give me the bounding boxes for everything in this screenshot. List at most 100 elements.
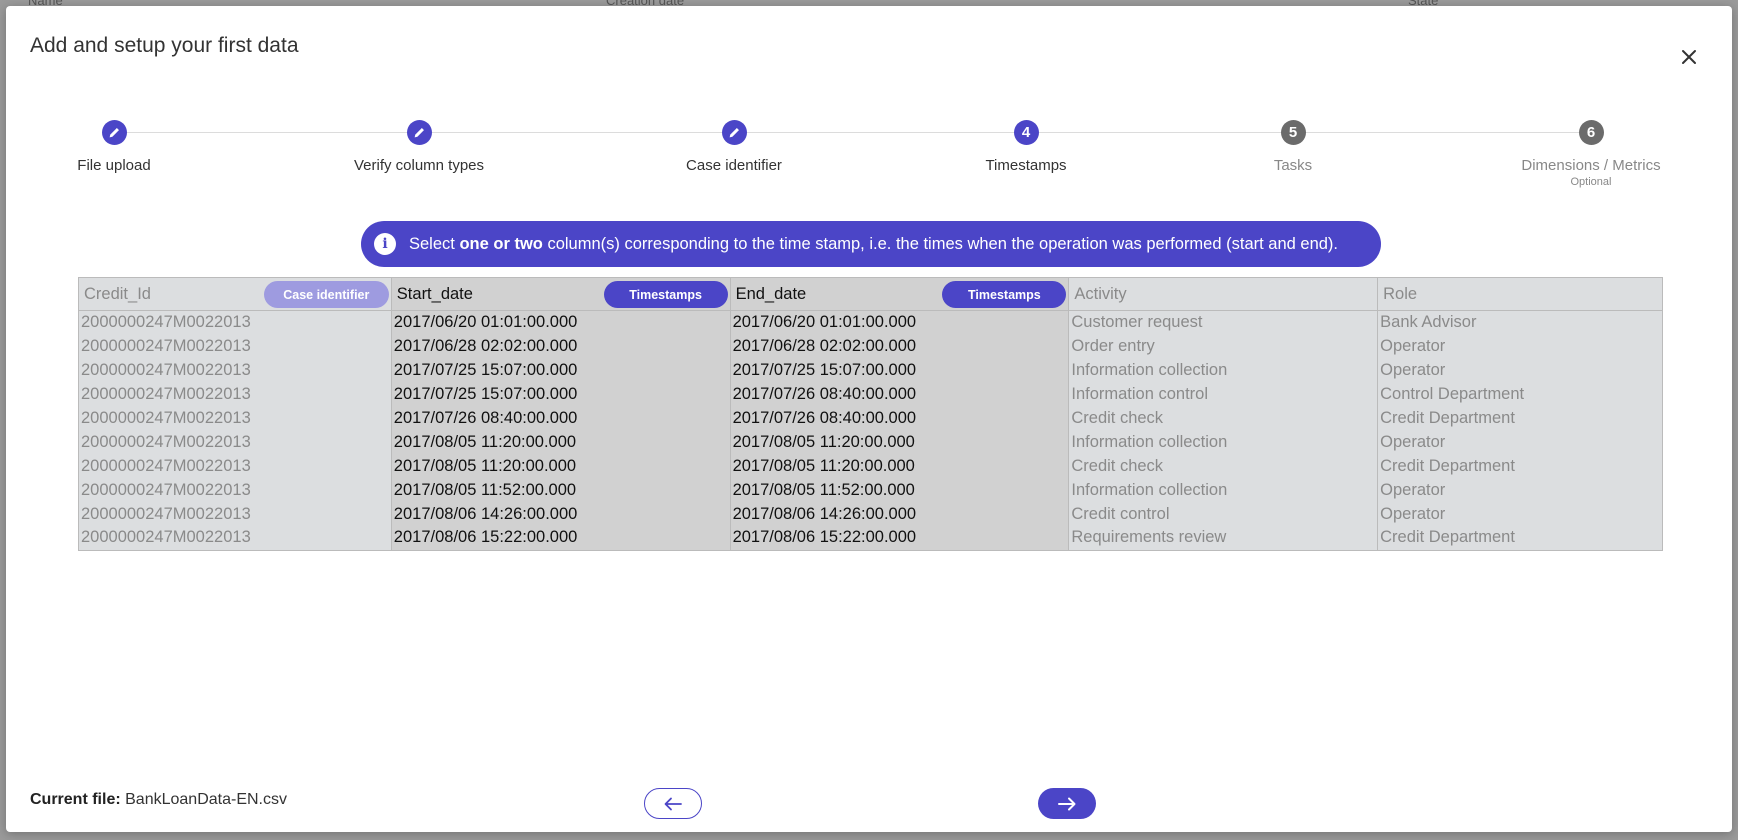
- cell-start-date: 2017/08/05 11:20:00.000: [390, 454, 731, 479]
- step-label: Case identifier: [686, 157, 782, 174]
- cell-start-date: 2017/06/20 01:01:00.000: [390, 310, 731, 335]
- column-header-label: Credit_Id: [84, 284, 151, 303]
- current-file-name: BankLoanData-EN.csv: [125, 791, 287, 808]
- cell-role: Operator: [1377, 334, 1663, 359]
- cell-credit-id: 2000000247M0022013: [81, 481, 251, 499]
- cell-end-date: 2017/07/26 08:40:00.000: [729, 406, 1069, 431]
- cell-end-date: 2017/07/25 15:07:00.000: [729, 358, 1069, 383]
- cell-credit-id: 2000000247M0022013: [81, 433, 251, 451]
- column-header-start-date[interactable]: Start_date Timestamps: [390, 277, 731, 311]
- next-step-button[interactable]: [1038, 788, 1096, 819]
- info-icon: i: [374, 233, 396, 255]
- cell-role: Operator: [1377, 478, 1663, 503]
- table-row: 2000000247M0022013 2017/07/25 15:07:00.00…: [79, 382, 1663, 407]
- step-dimensions-metrics[interactable]: 6 Dimensions / Metrics Optional: [1491, 120, 1691, 188]
- table-row: 2000000247M0022013 2017/08/06 14:26:00.00…: [79, 502, 1663, 527]
- cell-role: Operator: [1377, 430, 1663, 455]
- cell-start-date: 2017/07/25 15:07:00.000: [390, 382, 731, 407]
- cell-end-date: 2017/06/20 01:01:00.000: [729, 310, 1069, 335]
- case-identifier-tag[interactable]: Case identifier: [263, 281, 389, 308]
- timestamps-tag[interactable]: Timestamps: [942, 281, 1067, 308]
- column-header-credit-id[interactable]: Credit_Id Case identifier: [78, 277, 392, 311]
- cell-end-date: 2017/08/05 11:20:00.000: [729, 430, 1069, 455]
- cell-role: Operator: [1377, 502, 1663, 527]
- cell-start-date: 2017/07/26 08:40:00.000: [390, 406, 731, 431]
- cell-activity: Order entry: [1068, 334, 1378, 359]
- step-circle: [721, 120, 747, 145]
- cell-end-date: 2017/06/28 02:02:00.000: [729, 334, 1069, 359]
- banner-text-before: Select: [409, 234, 460, 253]
- step-label: Verify column types: [353, 157, 485, 174]
- table-row: 2000000247M0022013 2017/06/20 01:01:00.00…: [79, 310, 1663, 335]
- cell-role: Control Department: [1377, 382, 1663, 407]
- pencil-icon: [109, 128, 119, 138]
- banner-text-bold: one or two: [459, 234, 543, 253]
- table-row: 2000000247M0022013 2017/07/25 15:07:00.00…: [79, 358, 1663, 383]
- cell-credit-id: 2000000247M0022013: [81, 385, 251, 403]
- cell-start-date: 2017/08/05 11:52:00.000: [390, 478, 731, 503]
- column-header-role[interactable]: Role: [1377, 277, 1663, 311]
- table-row: 2000000247M0022013 2017/08/05 11:20:00.00…: [79, 430, 1663, 455]
- previous-step-button[interactable]: [644, 788, 702, 819]
- cell-role: Credit Department: [1377, 454, 1663, 479]
- column-header-end-date[interactable]: End_date Timestamps: [729, 277, 1069, 311]
- cell-role: Credit Department: [1377, 406, 1663, 431]
- current-file-label: Current file:: [30, 791, 121, 808]
- step-verify-column-types[interactable]: Verify column types: [319, 120, 519, 174]
- cell-start-date: 2017/06/28 02:02:00.000: [390, 334, 731, 359]
- data-preview-table: Credit_Id Case identifier Start_date Tim…: [78, 277, 1663, 551]
- cell-credit-id: 2000000247M0022013: [81, 313, 251, 332]
- current-file: Current file: BankLoanData-EN.csv: [30, 791, 287, 809]
- column-header-label: Start_date: [396, 284, 473, 303]
- cell-activity: Credit check: [1068, 454, 1378, 479]
- column-header-label: End_date: [735, 284, 807, 303]
- step-case-identifier[interactable]: Case identifier: [634, 120, 834, 174]
- step-sublabel: Optional: [1570, 176, 1612, 188]
- column-header-activity[interactable]: Activity: [1068, 277, 1378, 311]
- cell-credit-id: 2000000247M0022013: [81, 505, 251, 523]
- step-label: Tasks: [1273, 157, 1313, 174]
- cell-end-date: 2017/08/05 11:20:00.000: [729, 454, 1069, 479]
- table-row: 2000000247M0022013 2017/06/28 02:02:00.00…: [79, 334, 1663, 359]
- step-tasks[interactable]: 5 Tasks: [1193, 120, 1393, 174]
- table-body: 2000000247M0022013 2017/06/20 01:01:00.00…: [79, 310, 1663, 551]
- cell-activity: Credit control: [1068, 502, 1378, 527]
- step-circle: [101, 120, 127, 145]
- setup-modal: Add and setup your first data File uploa…: [6, 6, 1732, 832]
- cell-start-date: 2017/07/25 15:07:00.000: [390, 358, 731, 383]
- step-number-badge: 6: [1578, 120, 1604, 145]
- table-row: 2000000247M0022013 2017/07/26 08:40:00.00…: [79, 406, 1663, 431]
- cell-start-date: 2017/08/06 15:22:00.000: [390, 526, 731, 551]
- cell-credit-id: 2000000247M0022013: [81, 337, 251, 355]
- pencil-icon: [729, 128, 739, 138]
- cell-role: Credit Department: [1377, 526, 1663, 551]
- table-row: 2000000247M0022013 2017/08/05 11:20:00.00…: [79, 454, 1663, 479]
- cell-end-date: 2017/07/26 08:40:00.000: [729, 382, 1069, 407]
- cell-activity: Information collection: [1068, 430, 1378, 455]
- cell-end-date: 2017/08/06 14:26:00.000: [729, 502, 1069, 527]
- cell-start-date: 2017/08/05 11:20:00.000: [390, 430, 731, 455]
- table-row: 2000000247M0022013 2017/08/05 11:52:00.00…: [79, 478, 1663, 503]
- banner-text: Select one or two column(s) correspondin…: [409, 235, 1338, 254]
- cell-role: Bank Advisor: [1377, 310, 1663, 335]
- info-banner: i Select one or two column(s) correspond…: [361, 221, 1381, 267]
- cell-credit-id: 2000000247M0022013: [81, 409, 251, 427]
- table-header-row: Credit_Id Case identifier Start_date Tim…: [78, 277, 1663, 311]
- step-file-upload[interactable]: File upload: [14, 120, 214, 174]
- timestamps-tag[interactable]: Timestamps: [603, 281, 728, 308]
- cell-activity: Requirements review: [1068, 526, 1378, 551]
- step-number-badge: 4: [1013, 120, 1039, 145]
- table-row: 2000000247M0022013 2017/08/06 15:22:00.00…: [79, 526, 1663, 551]
- banner-text-after: column(s) corresponding to the time stam…: [542, 234, 1339, 253]
- cell-start-date: 2017/08/06 14:26:00.000: [390, 502, 731, 527]
- cell-activity: Credit check: [1068, 406, 1378, 431]
- step-timestamps[interactable]: 4 Timestamps: [926, 120, 1126, 174]
- cell-activity: Information collection: [1068, 358, 1378, 383]
- cell-activity: Information collection: [1068, 478, 1378, 503]
- arrow-left-icon: [664, 797, 682, 810]
- step-label: Dimensions / Metrics: [1521, 157, 1661, 174]
- cell-credit-id: 2000000247M0022013: [81, 527, 251, 546]
- cell-end-date: 2017/08/06 15:22:00.000: [729, 526, 1069, 551]
- stepper: File upload Verify column types Case ide…: [6, 6, 1732, 206]
- column-header-label: Activity: [1074, 284, 1127, 303]
